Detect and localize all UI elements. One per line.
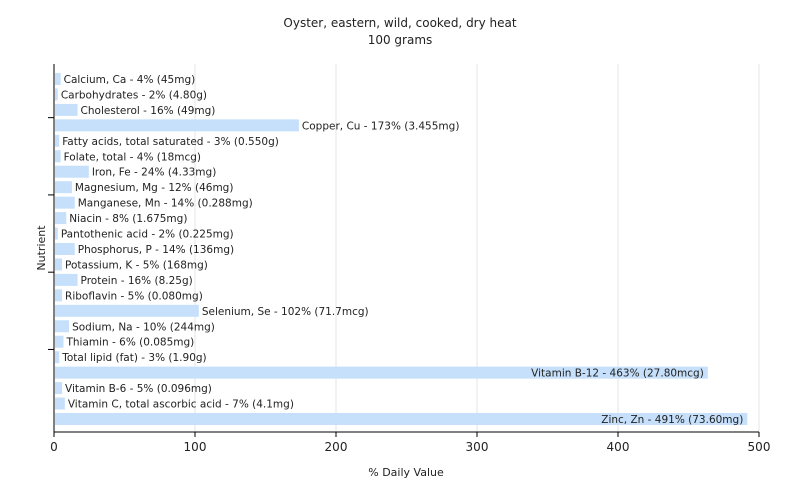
bar-label: Carbohydrates - 2% (4.80g)	[61, 89, 207, 101]
bar-label: Riboflavin - 5% (0.080mg)	[65, 290, 203, 302]
bar	[55, 304, 199, 317]
bar-label: Vitamin B-12 - 463% (27.80mcg)	[531, 368, 704, 380]
bar-label: Selenium, Se - 102% (71.7mcg)	[202, 306, 369, 318]
bar-label: Niacin - 8% (1.675mg)	[69, 213, 187, 225]
bar	[55, 88, 58, 101]
bar-label: Zinc, Zn - 491% (73.60mg)	[601, 414, 743, 426]
x-axis-title: % Daily Value	[368, 466, 444, 479]
chart-title: Oyster, eastern, wild, cooked, dry heat	[283, 16, 516, 30]
bar-label: Protein - 16% (8.25g)	[81, 275, 193, 287]
bar	[55, 289, 63, 302]
bar-label: Vitamin C, total ascorbic acid - 7% (4.1…	[68, 399, 294, 411]
bar-label: Iron, Fe - 24% (4.33mg)	[92, 167, 216, 179]
chart-container: Oyster, eastern, wild, cooked, dry heat …	[0, 0, 800, 500]
bar-label: Manganese, Mn - 14% (0.288mg)	[78, 198, 253, 210]
x-tick-label: 100	[184, 440, 207, 454]
bar	[55, 150, 61, 163]
bar	[55, 351, 60, 364]
bar-label: Total lipid (fat) - 3% (1.90g)	[61, 352, 206, 364]
bar	[55, 320, 70, 333]
bar	[55, 196, 75, 209]
bar	[55, 181, 72, 194]
chart-subtitle: 100 grams	[368, 33, 433, 47]
bar-label: Copper, Cu - 173% (3.455mg)	[302, 120, 460, 132]
bar-label: Calcium, Ca - 4% (45mg)	[64, 74, 196, 86]
bar	[55, 335, 64, 348]
bar	[55, 243, 75, 255]
bar	[55, 227, 58, 240]
bar	[55, 397, 65, 410]
x-tick-label: 300	[466, 440, 489, 454]
bar	[55, 134, 60, 147]
bar	[55, 273, 78, 286]
bar-label: Potassium, K - 5% (168mg)	[65, 259, 208, 271]
bar	[55, 258, 63, 271]
bar-label: Magnesium, Mg - 12% (46mg)	[75, 182, 234, 194]
bar-label: Phosphorus, P - 14% (136mg)	[78, 244, 234, 256]
bar-label: Folate, total - 4% (18mcg)	[64, 151, 201, 163]
bar-label: Cholesterol - 16% (49mg)	[81, 105, 216, 117]
bar-label: Pantothenic acid - 2% (0.225mg)	[61, 229, 234, 241]
bar	[55, 382, 63, 395]
x-tick-label: 400	[607, 440, 630, 454]
bar-label: Thiamin - 6% (0.085mg)	[65, 337, 194, 349]
x-tick-label: 200	[325, 440, 348, 454]
bar-label: Vitamin B-6 - 5% (0.096mg)	[65, 383, 212, 395]
bar-label: Fatty acids, total saturated - 3% (0.550…	[62, 136, 279, 148]
bar	[55, 119, 299, 132]
bar	[55, 103, 78, 116]
x-tick-label: 500	[748, 440, 771, 454]
bar-label: Sodium, Na - 10% (244mg)	[72, 321, 215, 333]
nutrient-bar-chart: Oyster, eastern, wild, cooked, dry heat …	[0, 0, 800, 500]
x-tick-label: 0	[50, 440, 58, 454]
bar	[55, 212, 67, 225]
bar	[55, 73, 61, 85]
y-axis-title: Nutrient	[35, 225, 48, 271]
bar	[55, 165, 89, 178]
